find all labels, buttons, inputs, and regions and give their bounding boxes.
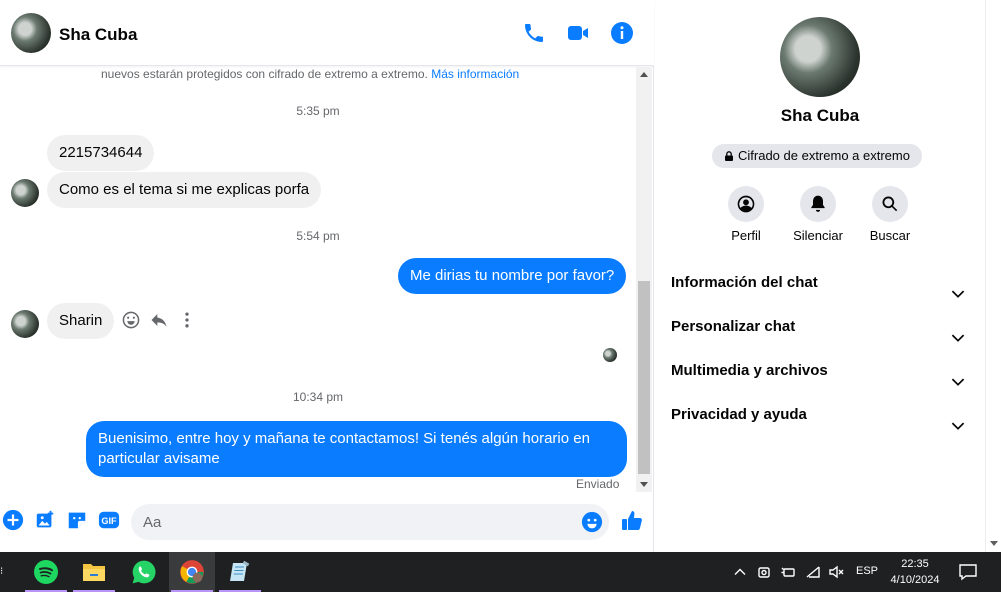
bell-icon	[800, 186, 836, 222]
info-panel-scrollbar[interactable]	[985, 0, 1001, 552]
notification-center-icon[interactable]	[958, 562, 978, 582]
encryption-note: nuevos estarán protegidos con cifrado de…	[101, 67, 519, 81]
emoji-icon[interactable]	[581, 511, 603, 533]
battery-plug-icon[interactable]	[780, 564, 796, 580]
whatsapp-icon	[132, 560, 156, 584]
chat-header: Sha Cuba	[0, 0, 654, 66]
video-call-icon[interactable]	[566, 21, 590, 45]
chevron-down-icon	[951, 408, 965, 430]
profile-icon	[728, 186, 764, 222]
profile-label: Perfil	[731, 228, 761, 243]
contact-name[interactable]: Sha Cuba	[59, 25, 137, 45]
incoming-message[interactable]: Sharin	[47, 303, 115, 339]
taskbar-spotify[interactable]	[23, 552, 69, 592]
outgoing-message[interactable]: Buenisimo, entre hoy y mañana te contact…	[86, 421, 627, 477]
message-scrollbar[interactable]	[636, 67, 652, 492]
search-button[interactable]: Buscar	[855, 186, 925, 243]
chevron-down-icon	[951, 364, 965, 386]
taskbar-file-explorer[interactable]	[71, 552, 117, 592]
taskbar-chrome[interactable]	[169, 552, 215, 592]
react-emoji-icon[interactable]	[121, 310, 141, 330]
chevron-down-icon	[951, 320, 965, 342]
gif-icon[interactable]: GIF	[98, 509, 120, 531]
encryption-badge[interactable]: Cifrado de extremo a extremo	[712, 144, 922, 168]
profile-avatar[interactable]	[780, 17, 860, 97]
search-label: Buscar	[869, 228, 911, 243]
mute-button[interactable]: Silenciar	[783, 186, 853, 243]
volume-muted-icon[interactable]	[828, 564, 844, 580]
taskbar-whatsapp[interactable]	[121, 552, 167, 592]
scroll-down-arrow-icon[interactable]	[640, 482, 648, 487]
messenger-app: Sha Cuba nuevos estarán protegidos con c…	[0, 0, 1001, 552]
phone-icon[interactable]	[522, 21, 546, 45]
add-plus-icon[interactable]	[2, 509, 24, 531]
section-privacy-help[interactable]: Privacidad y ayuda	[671, 395, 971, 435]
scroll-down-arrow-icon[interactable]	[990, 541, 998, 546]
section-chat-info[interactable]: Información del chat	[671, 263, 971, 303]
profile-button[interactable]: Perfil	[711, 186, 781, 243]
more-options-icon[interactable]	[177, 310, 197, 330]
encryption-badge-label: Cifrado de extremo a extremo	[738, 148, 910, 163]
scroll-up-arrow-icon[interactable]	[640, 72, 648, 77]
chevron-down-icon	[951, 276, 965, 298]
timestamp: 5:35 pm	[296, 104, 340, 118]
system-clock[interactable]: 22:35 4/10/2024	[882, 556, 948, 588]
scroll-thumb[interactable]	[638, 281, 650, 474]
meet-now-icon[interactable]	[756, 564, 772, 580]
reply-icon[interactable]	[149, 310, 169, 330]
mute-label: Silenciar	[793, 228, 843, 243]
timestamp: 10:34 pm	[292, 390, 344, 404]
section-media-files[interactable]: Multimedia y archivos	[671, 351, 971, 391]
notepad-icon	[230, 560, 250, 581]
section-label: Privacidad y ayuda	[671, 406, 807, 423]
show-hidden-icons-chevron-up-icon[interactable]	[732, 564, 748, 580]
clock-date: 4/10/2024	[890, 574, 940, 586]
sticker-icon[interactable]	[66, 509, 88, 531]
contact-avatar[interactable]	[11, 13, 51, 53]
sender-avatar[interactable]	[11, 179, 39, 207]
encryption-note-text: nuevos estarán protegidos con cifrado de…	[101, 67, 428, 81]
lock-icon	[725, 151, 733, 161]
search-icon	[872, 186, 908, 222]
thumbs-up-icon[interactable]	[620, 509, 644, 533]
section-label: Información del chat	[671, 274, 818, 291]
section-label: Personalizar chat	[671, 318, 796, 335]
sender-avatar[interactable]	[11, 310, 39, 338]
incoming-message[interactable]: Como es el tema si me explicas porfa	[47, 172, 322, 208]
conversation-info-panel: Sha Cuba Cifrado de extremo a extremo Pe…	[655, 0, 985, 552]
attach-photo-icon[interactable]	[34, 509, 56, 531]
gif-label: GIF	[101, 516, 117, 526]
file-explorer-icon	[83, 564, 105, 581]
spotify-icon	[34, 560, 58, 584]
section-customize-chat[interactable]: Personalizar chat	[671, 307, 971, 347]
taskbar-notepad[interactable]	[217, 552, 263, 592]
info-icon[interactable]	[610, 21, 634, 45]
incoming-message[interactable]: 2215734644	[47, 135, 155, 171]
wifi-icon[interactable]	[805, 564, 821, 580]
delivery-status: Enviado	[576, 477, 620, 491]
clock-time: 22:35	[901, 558, 929, 570]
seen-receipt-avatar	[603, 348, 617, 362]
message-composer: GIF	[0, 495, 654, 552]
message-input[interactable]	[131, 504, 609, 540]
chrome-icon	[180, 560, 204, 584]
taskbar-edge: ⁝	[0, 566, 4, 577]
section-label: Multimedia y archivos	[671, 362, 828, 379]
windows-taskbar: ⁝ ESP 22:35 4/10/2024	[0, 552, 1001, 592]
message-list[interactable]: nuevos estarán protegidos con cifrado de…	[0, 67, 636, 492]
outgoing-message[interactable]: Me dirias tu nombre por favor?	[398, 258, 627, 294]
chat-pane: Sha Cuba nuevos estarán protegidos con c…	[0, 0, 654, 552]
input-language[interactable]: ESP	[856, 565, 878, 577]
timestamp: 5:54 pm	[296, 229, 340, 243]
more-info-link[interactable]: Más información	[431, 67, 519, 81]
info-contact-name: Sha Cuba	[780, 106, 860, 125]
